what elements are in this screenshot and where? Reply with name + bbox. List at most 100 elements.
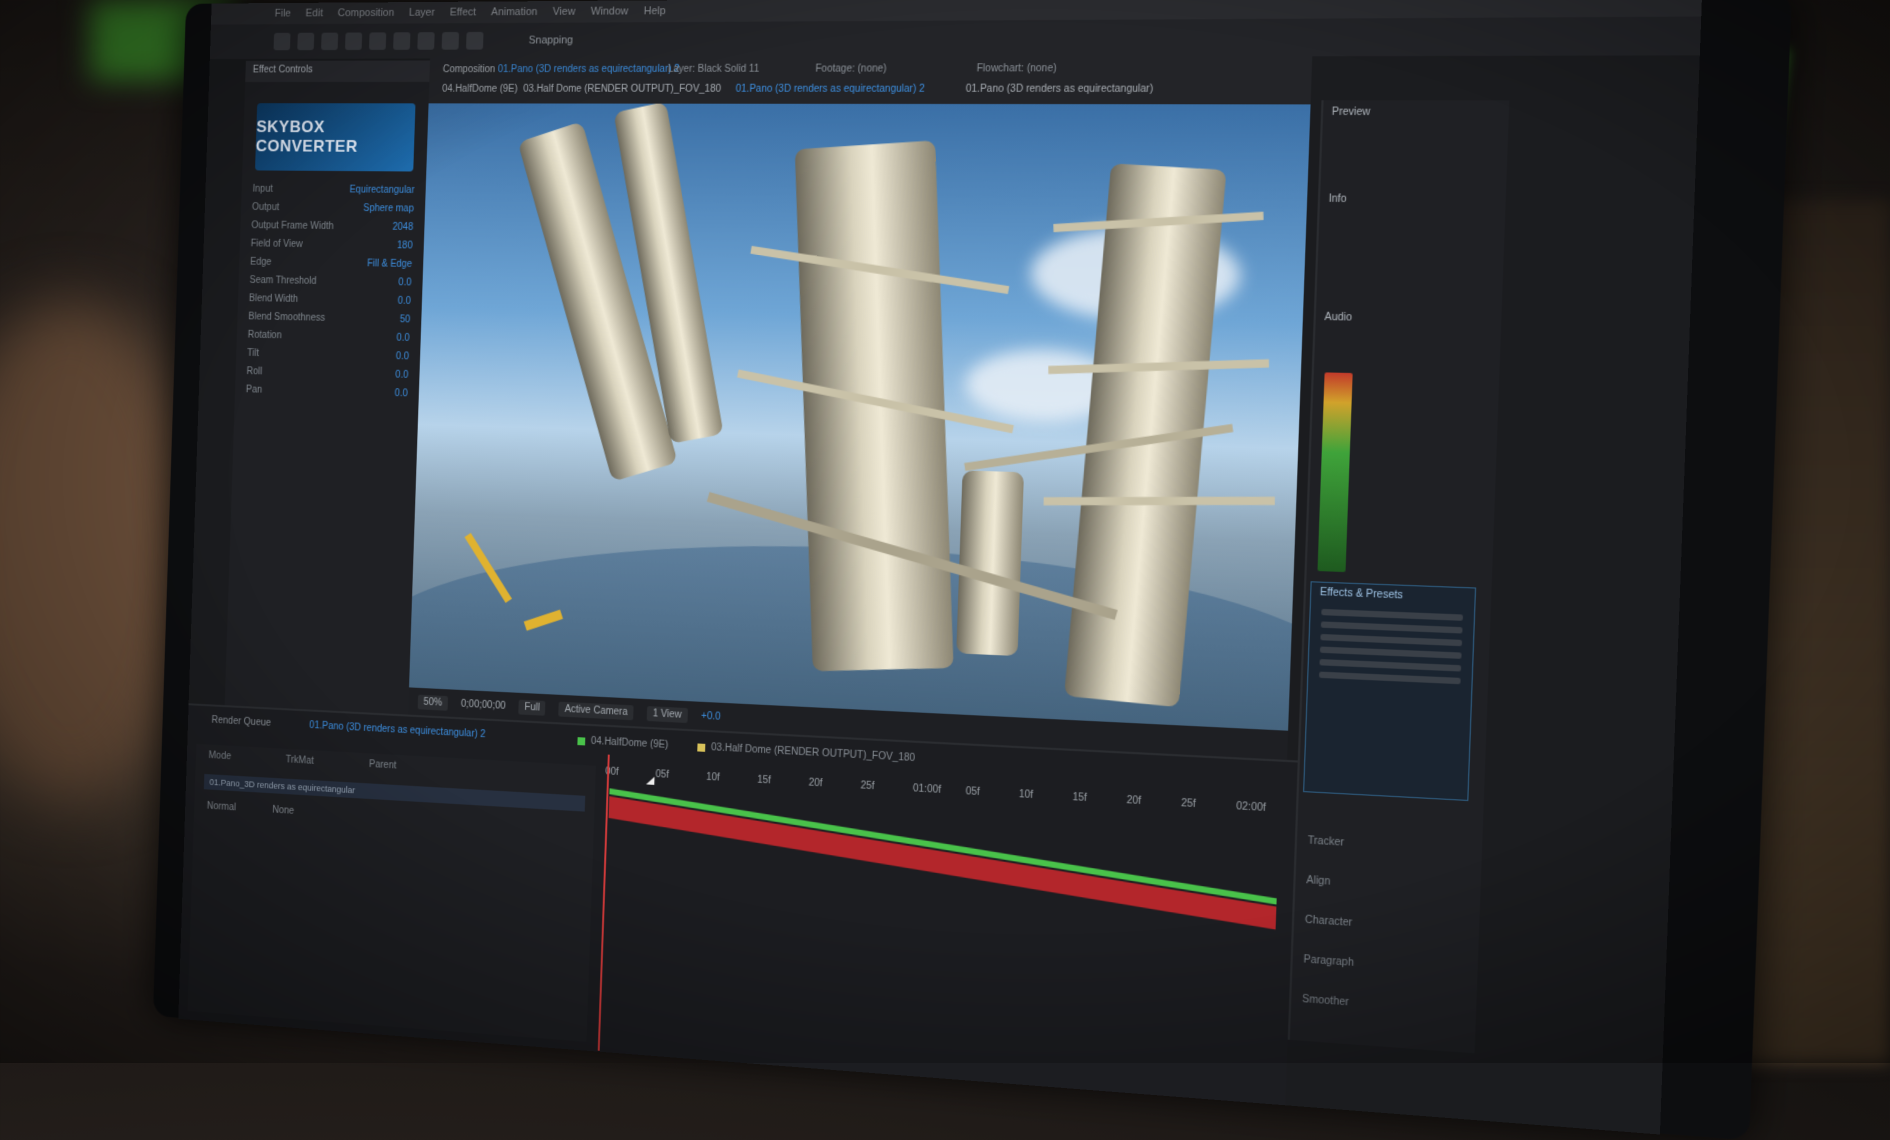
layer-mode-select[interactable]: Normal [207,801,236,813]
property-value[interactable]: Fill & Edge [367,259,412,270]
property-value[interactable]: 0.0 [395,370,408,381]
effect-controls-title[interactable]: Effect Controls [245,60,431,83]
mode-column-header: Mode [208,750,232,763]
layer-parent-select[interactable]: None [272,805,294,817]
tab-layer[interactable]: Layer: Black Solid 11 [668,64,760,75]
composition-viewer-tabs: Composition 01.Pano (3D renders as equir… [428,56,1313,105]
ruler-tick: 20f [808,777,823,790]
property-label: Rotation [247,329,282,342]
effects-presets-panel: Effects & Presets [1303,581,1477,801]
preset-item[interactable] [1320,621,1463,634]
property-label: Pan [245,384,263,396]
composition-viewer-image[interactable] [409,103,1311,731]
preset-item[interactable] [1320,633,1463,647]
preset-item[interactable] [1319,646,1462,659]
timeline-panel: Render Queue 01.Pano (3D renders as equi… [178,703,1298,1108]
resolution-select[interactable]: Full [518,699,546,716]
effects-presets-title[interactable]: Effects & Presets [1311,582,1475,608]
menu-item[interactable]: Effect [450,7,477,19]
property-value[interactable]: 2048 [392,222,413,233]
pen-tool-icon[interactable] [417,32,435,50]
preset-item[interactable] [1319,671,1461,685]
camera-select[interactable]: Active Camera [558,701,634,720]
property-label: Blend Smoothness [248,311,326,324]
ruler-tick: 25f [1180,797,1197,811]
property-value[interactable]: 0.0 [396,333,409,344]
property-label: Output [251,202,280,213]
property-value[interactable]: 0.0 [398,277,411,288]
menu-item[interactable]: View [553,6,576,18]
property-label: Roll [246,366,263,378]
preset-item[interactable] [1321,608,1463,621]
effect-property-row[interactable]: Input Equirectangular [241,180,426,200]
comp-chip[interactable]: 03.Half Dome (RENDER OUTPUT)_FOV_180 [697,741,915,764]
brush-tool-icon[interactable] [465,31,484,50]
menu-item[interactable]: File [275,8,292,20]
breadcrumb-item[interactable]: 01.Pano (3D renders as equirectangular) [966,84,1154,95]
breadcrumb-item-active[interactable]: 01.Pano (3D renders as equirectangular) … [735,84,924,95]
breadcrumb-item[interactable]: 03.Half Dome (RENDER OUTPUT)_FOV_180 [523,84,721,95]
camera-tool-icon[interactable] [368,32,387,50]
views-select[interactable]: 1 View [646,705,688,723]
menu-item[interactable]: Edit [305,8,323,20]
effect-property-row[interactable]: Output Frame Width 2048 [240,216,425,236]
property-label: Field of View [250,238,303,250]
ruler-tick: 10f [705,771,720,784]
effect-controls-panel: Effect Controls SKYBOX CONVERTER Input Eq… [224,60,432,733]
ruler-tick: 15f [1072,791,1088,805]
tools-toolbar: Snapping [209,16,1703,60]
property-label: Output Frame Width [251,220,334,232]
panel-title[interactable]: Smoother [1301,980,1353,1023]
tab-footage[interactable]: Footage: (none) [815,63,887,74]
exposure-value[interactable]: +0.0 [701,710,721,722]
menu-item[interactable]: Composition [337,7,394,19]
panel-title[interactable]: Paragraph [1303,941,1355,984]
preset-item[interactable] [1319,659,1462,672]
menu-item[interactable]: Help [644,5,666,17]
effect-property-row[interactable]: Output Sphere map [241,198,426,218]
ruler-tick: 10f [1018,789,1034,802]
menu-item[interactable]: Layer [409,7,435,19]
monitor-screen: File Edit Composition Layer Effect Animation V… [178,0,1703,1135]
info-panel-title[interactable]: Info [1320,187,1506,213]
selection-tool-icon[interactable] [273,32,291,51]
green-label-swatch [577,736,586,745]
menu-item[interactable]: Animation [491,6,538,18]
rotate-tool-icon[interactable] [344,32,363,51]
pan-behind-tool-icon[interactable] [393,32,411,50]
breadcrumb-item[interactable]: 04.HalfDome (9E) [442,84,518,95]
panel-title[interactable]: Tracker [1307,822,1359,865]
property-value[interactable]: 0.0 [396,351,409,362]
hand-tool-icon[interactable] [297,32,315,51]
comp-chip[interactable]: 04.HalfDome (9E) [577,735,668,751]
tab-render-queue[interactable]: Render Queue [206,712,277,732]
effect-property-row[interactable]: Pan 0.0 [235,380,419,403]
zoom-select[interactable]: 50% [417,694,449,711]
property-value[interactable]: 180 [397,240,413,251]
ruler-tick: 01:00f [912,783,942,796]
preview-panel-title[interactable]: Preview [1323,100,1510,125]
zoom-tool-icon[interactable] [321,32,339,51]
property-value[interactable]: 0.0 [395,388,408,399]
property-label: Tilt [246,348,260,359]
property-value[interactable]: Equirectangular [349,185,414,196]
tab-composition[interactable]: Composition 01.Pano (3D renders as equir… [443,64,680,75]
timeline-tabs: Render Queue 01.Pano (3D renders as equi… [206,712,492,744]
audio-panel-title[interactable]: Audio [1315,305,1501,332]
layer-name: 01.Pano_3D renders as equirectangular [209,777,356,796]
right-panels: Preview Info Audio Effects & Presets Tra… [1287,100,1510,1054]
timecode[interactable]: 0;00;00;00 [461,698,506,711]
snapping-label[interactable]: Snapping [528,34,573,46]
property-value[interactable]: 0.0 [398,296,411,307]
tab-timeline-comp[interactable]: 01.Pano (3D renders as equirectangular) … [304,717,492,743]
type-tool-icon[interactable] [441,32,460,50]
property-value[interactable]: 50 [400,314,411,325]
tab-flowchart[interactable]: Flowchart: (none) [976,63,1056,74]
menu-item[interactable]: Window [590,5,628,17]
parent-column-header: Parent [368,759,397,772]
panel-title[interactable]: Align [1306,861,1358,904]
property-value[interactable]: Sphere map [363,203,414,214]
industrial-tower [794,140,954,672]
playhead[interactable] [597,754,610,1051]
panel-title[interactable]: Character [1304,901,1356,944]
